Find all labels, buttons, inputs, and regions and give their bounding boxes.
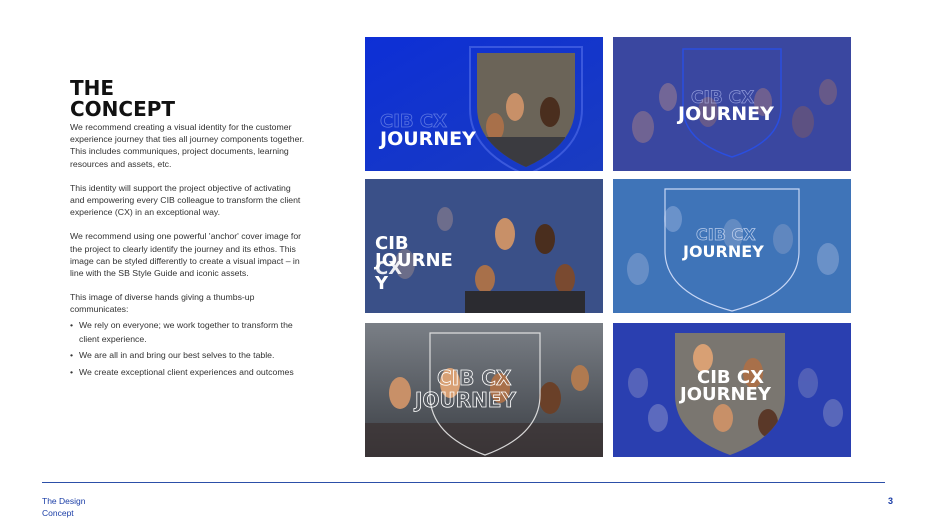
bullet-list: We rely on everyone; we work together to… xyxy=(70,318,306,379)
cover-variant-1: CIB CX JOURNEY xyxy=(365,37,603,171)
cover-variant-3: CIB JOURNE CX Y xyxy=(365,179,603,313)
tile-outline-text: JOURNEY xyxy=(413,388,516,412)
cover-variant-2: CIB CX JOURNEY xyxy=(613,37,851,171)
page-number: 3 xyxy=(888,496,894,506)
tile-title: JOURNEY xyxy=(676,103,774,125)
footer-label: The Design Concept xyxy=(42,496,86,518)
cover-variant-5: CIB CX JOURNEY xyxy=(365,323,603,457)
tile-title-line: Y xyxy=(374,273,389,294)
paragraph: This identity will support the project o… xyxy=(70,182,301,218)
footer-divider xyxy=(42,482,885,483)
body-text: We recommend creating a visual identity … xyxy=(70,121,306,381)
tile-title: JOURNEY xyxy=(378,128,476,150)
cover-variant-4: CIB CX JOURNEY xyxy=(613,179,851,313)
slide-title: THE CONCEPT xyxy=(70,76,176,121)
bullet-item: We create exceptional client experiences… xyxy=(70,365,306,379)
tile-title: JOURNEY xyxy=(682,242,764,261)
bullet-item: We are all in and bring our best selves … xyxy=(70,348,306,362)
paragraph: We recommend using one powerful 'anchor'… xyxy=(70,231,302,279)
tile-title-line: JOURNEY xyxy=(678,384,772,405)
paragraph: This image of diverse hands giving a thu… xyxy=(70,292,255,315)
paragraph: We recommend creating a visual identity … xyxy=(70,122,305,169)
tile-outline-text: CIB CX xyxy=(437,366,512,390)
cover-variant-6: CIB CX JOURNEY xyxy=(613,323,851,457)
bullet-item: We rely on everyone; we work together to… xyxy=(70,318,306,346)
